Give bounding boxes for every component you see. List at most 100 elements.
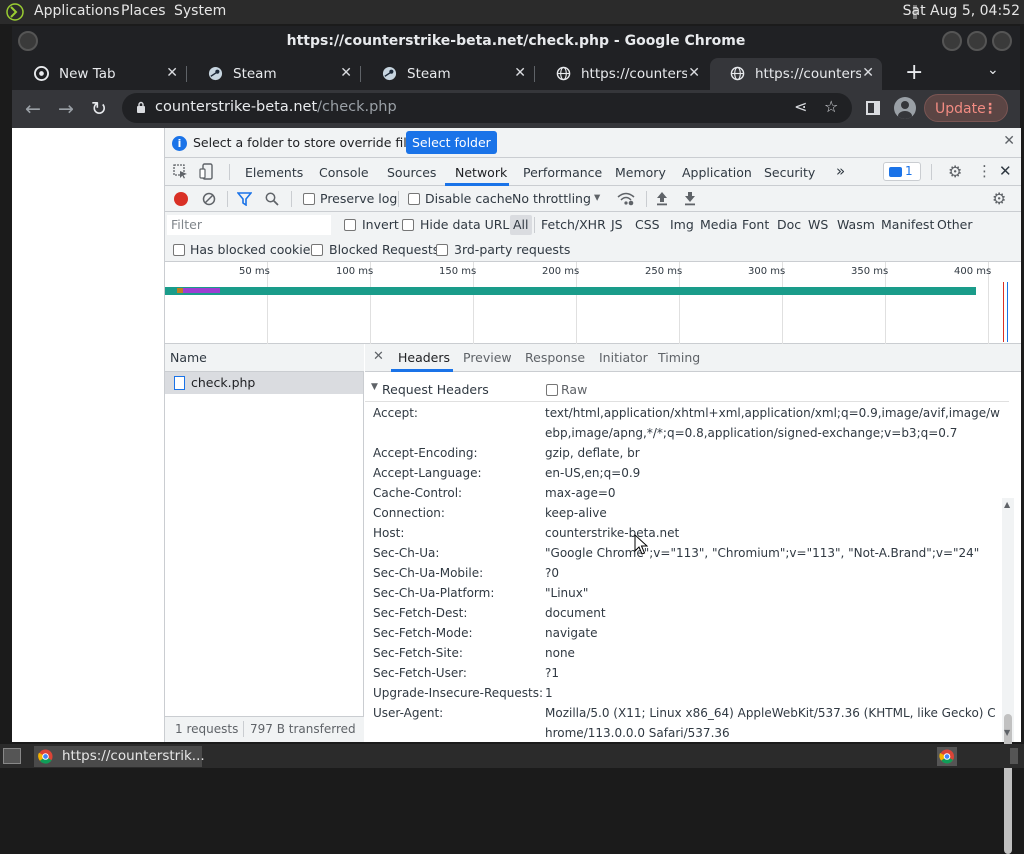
filter-funnel-icon[interactable] — [237, 192, 252, 206]
update-button[interactable]: Update ⋮ — [924, 94, 1008, 122]
tab-sources[interactable]: Sources — [387, 165, 436, 180]
share-icon[interactable]: ⋖ — [794, 97, 807, 116]
header-row[interactable]: Accept-Encoding: gzip, deflate, br — [365, 443, 1005, 463]
reload-icon[interactable]: ↻ — [86, 96, 112, 122]
header-row[interactable]: Sec-Fetch-Dest: document — [365, 603, 1005, 623]
tab-headers[interactable]: Headers — [398, 350, 450, 365]
type-filter-font[interactable]: Font — [742, 217, 769, 232]
header-row[interactable]: Sec-Ch-Ua-Platform: "Linux" — [365, 583, 1005, 603]
tab-console[interactable]: Console — [319, 165, 369, 180]
system-menu[interactable]: System — [174, 3, 226, 19]
tab-steam-1[interactable]: Steam ✕ — [188, 58, 361, 90]
places-menu[interactable]: Places — [121, 3, 166, 19]
close-icon[interactable]: ✕ — [1003, 133, 1015, 149]
table-row[interactable]: check.php — [165, 372, 363, 394]
filter-input[interactable]: Filter — [167, 215, 331, 235]
record-icon[interactable] — [174, 192, 188, 206]
type-filter-all[interactable]: All — [510, 215, 532, 235]
header-row[interactable]: Accept-Language: en-US,en;q=0.9 — [365, 463, 1005, 483]
show-desktop-icon[interactable] — [3, 748, 21, 764]
applications-menu[interactable]: Applications — [34, 3, 120, 19]
close-window-button[interactable] — [992, 31, 1012, 51]
type-filter-media[interactable]: Media — [700, 217, 738, 232]
tab-counterstrike-1[interactable]: https://counterstrike ✕ — [536, 58, 708, 90]
profile-avatar-icon[interactable] — [894, 97, 916, 119]
issues-badge[interactable]: 1 — [883, 162, 921, 181]
type-filter-doc[interactable]: Doc — [777, 217, 801, 232]
back-arrow-icon[interactable]: ← — [20, 96, 46, 122]
header-row[interactable]: Sec-Fetch-Mode: navigate — [365, 623, 1005, 643]
tab-performance[interactable]: Performance — [523, 165, 602, 180]
close-icon[interactable]: ✕ — [688, 58, 700, 88]
minimize-button[interactable] — [942, 31, 962, 51]
chrome-tray-icon[interactable] — [937, 747, 957, 766]
raw-checkbox[interactable] — [546, 384, 558, 396]
type-filter-img[interactable]: Img — [670, 217, 694, 232]
third-party-requests-checkbox[interactable] — [436, 244, 448, 256]
window-titlebar[interactable]: https://counterstrike-beta.net/check.php… — [12, 26, 1020, 56]
type-filter-js[interactable]: JS — [611, 217, 623, 232]
dropdown-arrow-icon[interactable]: ▾ — [594, 189, 600, 204]
tab-new-tab[interactable]: New Tab ✕ — [14, 58, 187, 90]
throttling-select[interactable]: No throttling — [512, 191, 591, 206]
tab-preview[interactable]: Preview — [463, 350, 512, 365]
scroll-up-arrow-icon[interactable]: ▲ — [1004, 500, 1010, 509]
header-row[interactable]: Sec-Ch-Ua-Mobile: ?0 — [365, 563, 1005, 583]
hide-data-urls-checkbox[interactable] — [402, 219, 414, 231]
distro-logo-icon[interactable] — [4, 2, 26, 22]
close-icon[interactable]: ✕ — [340, 58, 352, 88]
header-row[interactable]: User-Agent: Mozilla/5.0 (X11; Linux x86_6… — [365, 703, 1005, 742]
lock-icon[interactable] — [136, 101, 146, 114]
header-row[interactable]: Sec-Fetch-Site: none — [365, 643, 1005, 663]
disable-cache-checkbox[interactable] — [408, 193, 420, 205]
header-row[interactable]: Sec-Fetch-User: ?1 — [365, 663, 1005, 683]
side-panel-icon[interactable] — [866, 101, 880, 115]
web-page-viewport[interactable] — [12, 128, 164, 742]
bookmark-star-icon[interactable]: ☆ — [824, 97, 838, 116]
preserve-log-checkbox[interactable] — [303, 193, 315, 205]
tab-application[interactable]: Application — [682, 165, 752, 180]
header-row[interactable]: Sec-Ch-Ua: "Google Chrome";v="113", "Chro… — [365, 543, 1005, 563]
tab-security[interactable]: Security — [764, 165, 815, 180]
inspect-element-icon[interactable] — [173, 164, 188, 179]
tray-handle[interactable] — [1010, 748, 1018, 764]
header-row[interactable]: Upgrade-Insecure-Requests: 1 — [365, 683, 1005, 703]
header-row[interactable]: Accept: text/html,application/xhtml+xml,a… — [365, 403, 1005, 443]
type-filter-fetch-xhr[interactable]: Fetch/XHR — [541, 217, 606, 232]
more-tabs-chevron-icon[interactable]: » — [836, 162, 845, 180]
search-icon[interactable] — [265, 192, 279, 206]
close-icon[interactable]: ✕ — [514, 58, 526, 88]
type-filter-manifest[interactable]: Manifest — [881, 217, 934, 232]
header-row[interactable]: Host: counterstrike-beta.net — [365, 523, 1005, 543]
tab-memory[interactable]: Memory — [615, 165, 666, 180]
blocked-requests-checkbox[interactable] — [311, 244, 323, 256]
type-filter-css[interactable]: CSS — [635, 217, 660, 232]
address-bar[interactable]: counterstrike-beta.net/check.php ⋖ ☆ — [122, 93, 852, 123]
triangle-expanded-icon[interactable]: ▼ — [371, 382, 378, 392]
taskbar-window-button[interactable]: https://counterstrik... — [34, 746, 205, 767]
network-settings-gear-icon[interactable]: ⚙ — [992, 189, 1006, 208]
window-menu-button[interactable] — [18, 31, 38, 51]
header-row[interactable]: Cache-Control: max-age=0 — [365, 483, 1005, 503]
forward-arrow-icon[interactable]: → — [53, 96, 79, 122]
kebab-menu-icon[interactable]: ⋮ — [977, 162, 992, 180]
tab-network[interactable]: Network — [455, 165, 507, 180]
select-folder-button[interactable]: Select folder — [406, 131, 497, 154]
device-toolbar-icon[interactable] — [199, 163, 215, 180]
tab-counterstrike-active[interactable]: https://counterstrike ✕ — [710, 58, 882, 90]
close-icon[interactable]: ✕ — [166, 58, 178, 88]
chevron-down-icon[interactable]: ⌄ — [987, 62, 999, 78]
has-blocked-cookies-checkbox[interactable] — [173, 244, 185, 256]
close-icon[interactable]: ✕ — [862, 58, 874, 88]
headers-scrollbar[interactable]: ▲ ▼ — [1002, 498, 1014, 854]
new-tab-plus-icon[interactable]: + — [905, 60, 923, 85]
tab-timing[interactable]: Timing — [658, 350, 700, 365]
close-icon[interactable]: ✕ — [999, 162, 1012, 180]
url-text[interactable]: counterstrike-beta.net/check.php — [155, 99, 397, 115]
type-filter-ws[interactable]: WS — [808, 217, 828, 232]
invert-checkbox[interactable] — [344, 219, 356, 231]
type-filter-wasm[interactable]: Wasm — [837, 217, 875, 232]
tab-response[interactable]: Response — [525, 350, 585, 365]
export-har-download-icon[interactable] — [683, 191, 697, 206]
close-icon[interactable]: ✕ — [373, 349, 384, 364]
